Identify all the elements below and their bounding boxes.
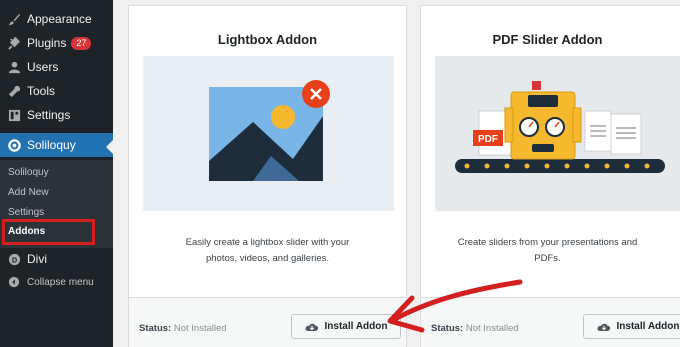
menu-label: Soliloquy (27, 138, 76, 152)
admin-sidebar: Appearance Plugins 27 Users Tools Settin… (0, 0, 113, 347)
settings-icon (7, 108, 21, 122)
button-label: Install Addon (616, 321, 680, 332)
install-addon-button[interactable]: Install Addon (583, 314, 680, 339)
addon-card-lightbox: Lightbox Addon Easily create a lightbox … (128, 5, 407, 347)
soliloquy-icon (7, 138, 21, 152)
status-label: Status: (431, 323, 464, 334)
description-line: Easily create a lightbox slider with you… (185, 237, 350, 248)
divi-icon: D (7, 252, 21, 266)
collapse-menu-button[interactable]: Collapse menu (0, 270, 113, 294)
menu-label: Plugins (27, 36, 67, 50)
annotation-highlight-box (2, 219, 95, 245)
button-label: Install Addon (324, 321, 388, 332)
update-count-badge: 27 (71, 36, 92, 50)
submenu-item-soliloquy[interactable]: Soliloquy (8, 167, 49, 178)
pdf-slider-illustration: PDF (435, 56, 680, 211)
cloud-download-icon (305, 322, 319, 332)
menu-item-divi[interactable]: D Divi (0, 247, 113, 271)
submenu-item-add-new[interactable]: Add New (8, 187, 49, 198)
addon-card-pdf-slider: PDF Slider Addon PDF Create sliders from… (420, 5, 680, 347)
cloud-download-icon (597, 322, 611, 332)
lightbox-illustration (143, 56, 394, 211)
pdf-label: PDF (478, 134, 498, 145)
wrench-icon (7, 84, 21, 98)
addon-title: PDF Slider Addon (492, 32, 603, 47)
collapse-icon (7, 275, 21, 289)
addon-description: Easily create a lightbox slider with you… (129, 235, 406, 267)
menu-item-appearance[interactable]: Appearance (0, 7, 113, 31)
user-icon (7, 60, 21, 74)
addon-title: Lightbox Addon (217, 32, 318, 47)
menu-item-tools[interactable]: Tools (0, 79, 113, 103)
addon-footer: Status: Not Installed Install Addon (421, 297, 680, 347)
addon-description: Create sliders from your presentations a… (421, 235, 674, 267)
submenu-item-settings[interactable]: Settings (8, 207, 44, 218)
description-line: PDFs. (534, 253, 561, 264)
svg-text:D: D (11, 255, 17, 264)
install-addon-button[interactable]: Install Addon (291, 314, 401, 339)
description-line: Create sliders from your presentations a… (457, 237, 638, 248)
active-indicator (106, 140, 113, 154)
status-value: Not Installed (173, 323, 227, 334)
menu-label: Appearance (27, 12, 92, 26)
addon-footer: Status: Not Installed Install Addon (129, 297, 406, 347)
plug-icon (7, 36, 21, 50)
menu-item-soliloquy[interactable]: Soliloquy (0, 133, 113, 157)
menu-item-settings[interactable]: Settings (0, 103, 113, 127)
menu-label: Settings (27, 108, 71, 122)
description-line: photos, videos, and galleries. (205, 253, 330, 264)
paintbrush-icon (7, 12, 21, 26)
menu-label: Users (27, 60, 59, 74)
status-text: Status: Not Installed (431, 323, 519, 334)
menu-label: Tools (27, 84, 56, 98)
menu-item-plugins[interactable]: Plugins 27 (0, 31, 113, 55)
status-text: Status: Not Installed (139, 323, 227, 334)
menu-label: Collapse menu (27, 276, 94, 288)
menu-label: Divi (27, 252, 47, 266)
menu-item-users[interactable]: Users (0, 55, 113, 79)
status-value: Not Installed (465, 323, 519, 334)
status-label: Status: (139, 323, 172, 334)
